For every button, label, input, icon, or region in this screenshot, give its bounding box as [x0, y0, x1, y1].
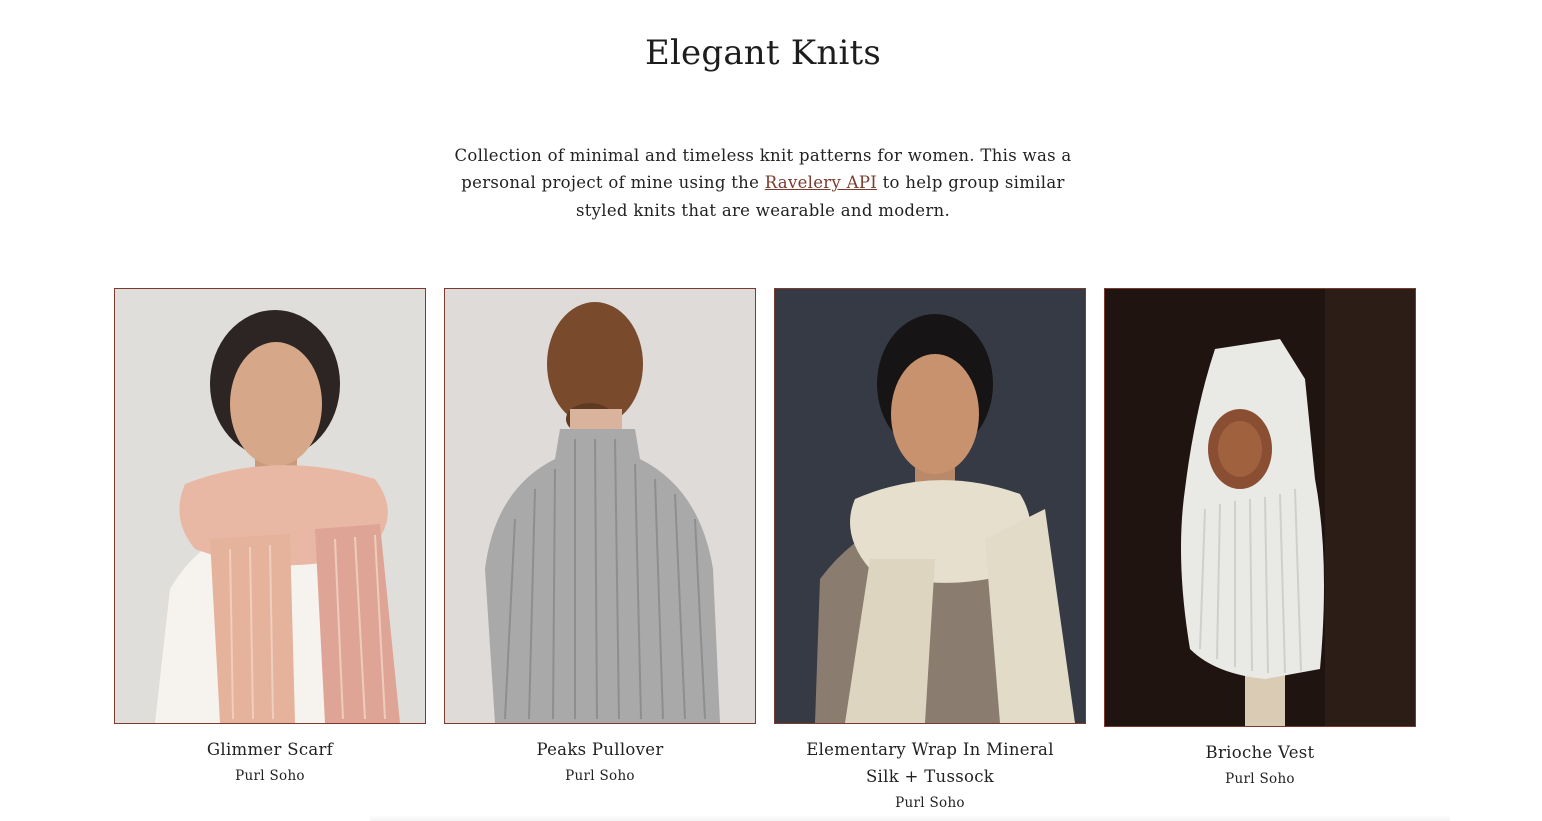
page: Elegant Knits Collection of minimal and …	[0, 0, 1542, 821]
pattern-card[interactable]: Peaks Pullover Purl Soho	[444, 288, 756, 789]
intro-text: Collection of minimal and timeless knit …	[443, 142, 1083, 225]
pattern-name[interactable]: Elementary Wrap In Mineral Silk + Tussoc…	[774, 736, 1086, 790]
page-title: Elegant Knits	[644, 32, 882, 73]
pattern-designer: Purl Soho	[565, 768, 635, 784]
pattern-designer: Purl Soho	[235, 768, 305, 784]
pattern-image-elementary-wrap[interactable]	[774, 288, 1086, 724]
pattern-image-glimmer-scarf[interactable]	[114, 288, 426, 724]
ravelery-api-link[interactable]: Ravelery API	[765, 173, 877, 192]
pattern-name[interactable]: Brioche Vest	[1104, 739, 1416, 766]
pattern-card[interactable]: Elementary Wrap In Mineral Silk + Tussoc…	[774, 288, 1086, 816]
pattern-image-peaks-pullover[interactable]	[444, 288, 756, 724]
footer-edge-shadow	[370, 815, 1450, 821]
pattern-card[interactable]: Glimmer Scarf Purl Soho	[114, 288, 426, 789]
pattern-designer: Purl Soho	[1225, 771, 1295, 787]
pattern-card[interactable]: Brioche Vest Purl Soho	[1104, 288, 1416, 792]
pattern-name[interactable]: Peaks Pullover	[444, 736, 756, 763]
pattern-designer: Purl Soho	[895, 795, 965, 811]
pattern-name[interactable]: Glimmer Scarf	[114, 736, 426, 763]
pattern-image-brioche-vest[interactable]	[1104, 288, 1416, 727]
